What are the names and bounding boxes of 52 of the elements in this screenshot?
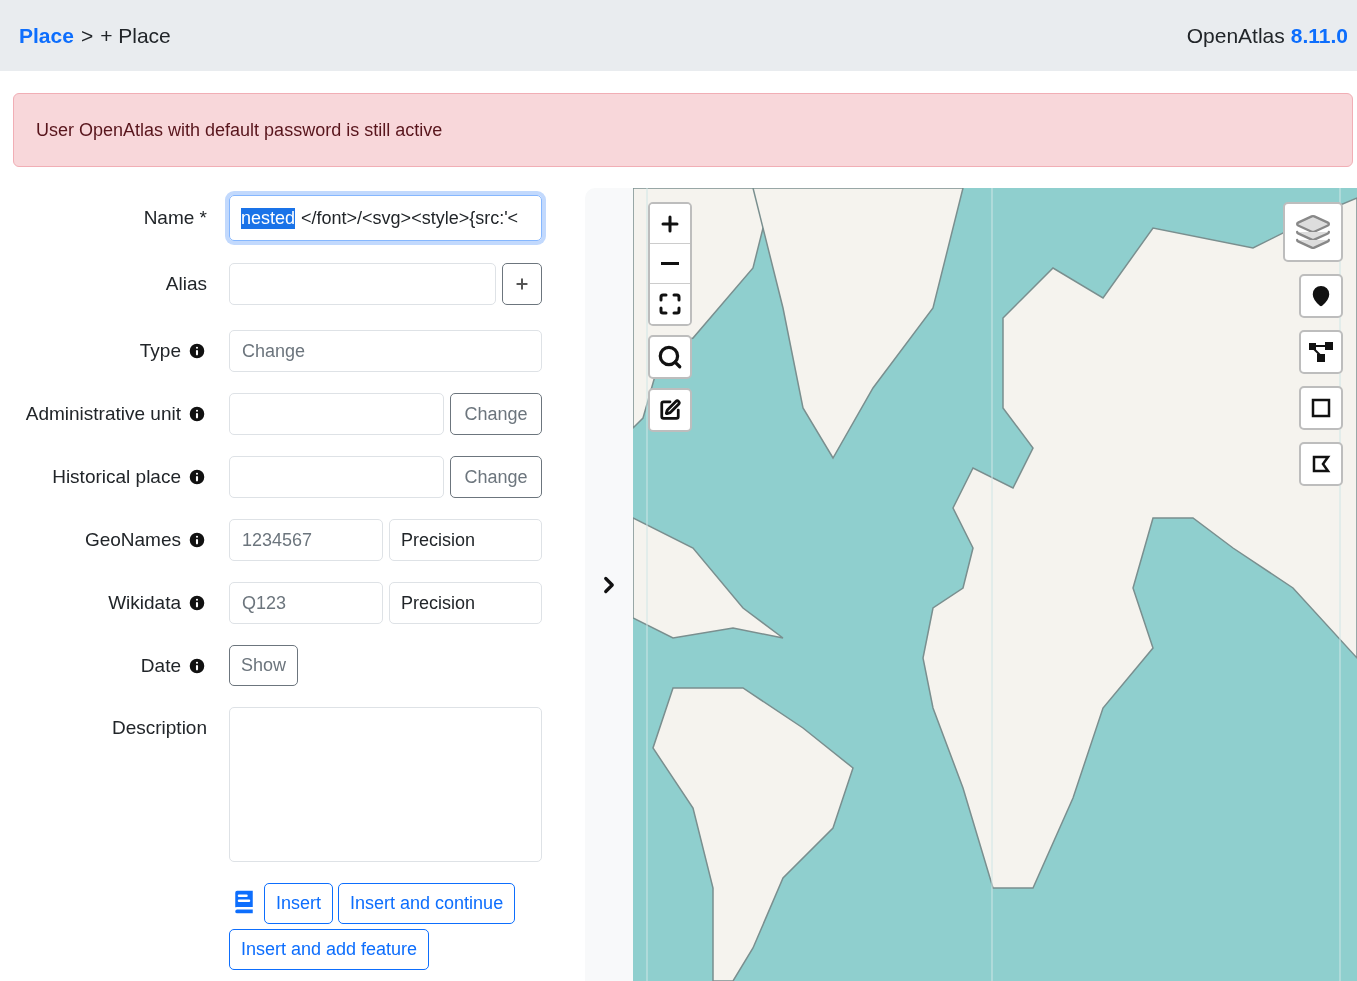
map-control-button[interactable] — [1299, 442, 1343, 486]
id-input[interactable]: Q123 — [229, 582, 383, 624]
map-control-button[interactable] — [648, 388, 692, 432]
info-icon — [187, 530, 207, 550]
insert-button[interactable]: Insert — [264, 883, 334, 924]
precision-select[interactable]: Precision — [389, 582, 542, 624]
breadcrumb-current: + Place — [100, 23, 171, 48]
map-control-button[interactable] — [650, 204, 690, 244]
info-icon — [187, 404, 207, 424]
map-control-button[interactable] — [1299, 330, 1343, 374]
change-button[interactable]: Change — [450, 456, 542, 498]
alias-input[interactable] — [229, 263, 496, 305]
picker-input[interactable] — [229, 456, 444, 498]
field-label: Description — [111, 717, 207, 739]
edit-icon — [659, 399, 681, 421]
breadcrumb-separator: > — [80, 23, 94, 48]
fullscreen-icon — [658, 292, 682, 316]
map-control-button[interactable] — [1299, 274, 1343, 318]
precision-select[interactable]: Precision — [389, 519, 542, 561]
add-alias-button[interactable] — [502, 263, 542, 305]
id-input[interactable]: 1234567 — [229, 519, 383, 561]
info-icon — [187, 656, 207, 676]
show-button[interactable]: Show — [229, 645, 299, 686]
change-button[interactable]: Change — [450, 393, 542, 435]
zoom-out-icon — [661, 262, 679, 265]
info-icon — [187, 467, 207, 487]
field-label: Type — [139, 340, 181, 362]
app-version: 8.11.0 — [1290, 23, 1348, 48]
layers-icon — [1294, 213, 1332, 251]
rectangle-icon — [1310, 397, 1332, 419]
map-control-button[interactable] — [1299, 386, 1343, 430]
info-icon — [187, 341, 207, 361]
field-label: Administrative unit — [25, 403, 181, 425]
polyline-icon — [1309, 342, 1333, 362]
warning-alert: User OpenAtlas with default password is still active — [13, 93, 1353, 167]
field-label: Historical place — [52, 466, 181, 488]
field-label: GeoNames — [84, 529, 181, 551]
field-label: Alias — [165, 273, 207, 295]
type-picker-field[interactable]: Change — [229, 330, 542, 372]
map-control-button[interactable] — [648, 335, 692, 379]
map-pin-icon — [1310, 285, 1332, 307]
info-icon — [187, 593, 207, 613]
search-icon — [657, 344, 683, 370]
insert-button[interactable]: Insert and add feature — [229, 929, 430, 970]
field-label: Name * — [143, 207, 207, 229]
picker-input[interactable] — [229, 393, 444, 435]
app-name: OpenAtlas — [1186, 23, 1285, 48]
polygon-icon — [1311, 454, 1331, 474]
insert-button[interactable]: Insert and continue — [338, 883, 516, 924]
field-label: Wikidata — [108, 592, 181, 614]
breadcrumb-link[interactable]: Place — [19, 23, 74, 48]
field-label: Date — [140, 655, 181, 677]
